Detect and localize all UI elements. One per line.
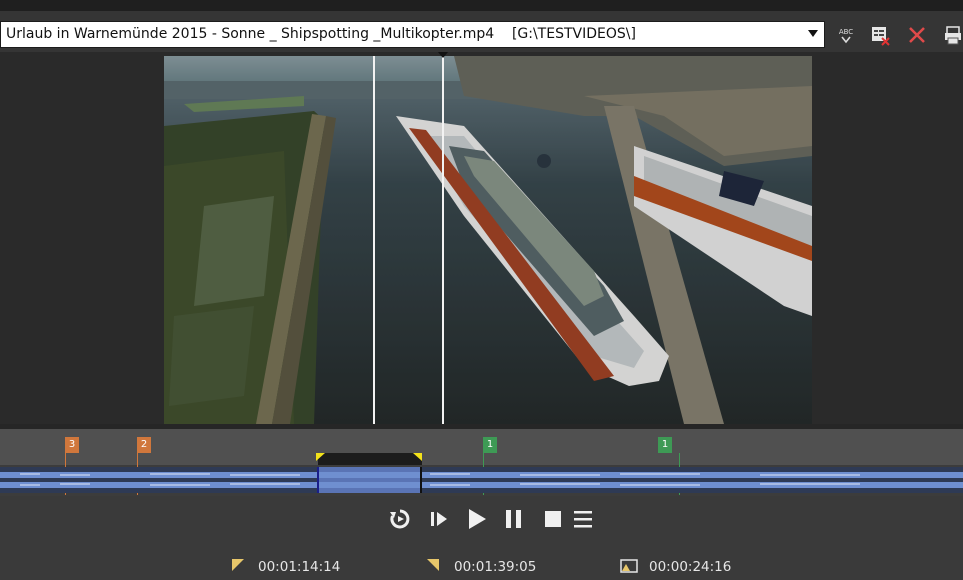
menu-icon[interactable]: [571, 508, 595, 530]
play-selection-icon[interactable]: [428, 508, 450, 530]
pause-icon[interactable]: [503, 508, 525, 530]
stop-icon[interactable]: [542, 508, 564, 530]
loop-icon[interactable]: [388, 508, 412, 530]
marker-2[interactable]: 2: [137, 437, 151, 453]
play-icon[interactable]: [465, 508, 489, 530]
close-icon[interactable]: [904, 21, 930, 49]
marker-1[interactable]: 1: [483, 437, 497, 453]
selection-start-line[interactable]: [373, 56, 375, 424]
file-select[interactable]: Urlaub in Warnemünde 2015 - Sonne _ Ship…: [0, 21, 825, 48]
marker-ruler[interactable]: 3 2 1 1: [0, 429, 963, 465]
out-point-icon: [427, 558, 441, 577]
in-point-timecode[interactable]: 00:01:14:14: [258, 559, 340, 575]
video-frame: [164, 56, 812, 424]
selection-in-handle[interactable]: [316, 453, 325, 461]
playhead-marker[interactable]: [438, 52, 448, 58]
timeline[interactable]: 3 2 1 1: [0, 424, 963, 496]
video-preview[interactable]: [0, 52, 963, 424]
marker-3[interactable]: 3: [65, 437, 79, 453]
transport-bar: 00:01:14:14 00:01:39:05 00:00:24:16: [0, 496, 963, 580]
out-point-timecode[interactable]: 00:01:39:05: [454, 559, 536, 575]
duration-timecode[interactable]: 00:00:24:16: [649, 559, 731, 575]
print-icon[interactable]: [940, 21, 963, 49]
properties-icon[interactable]: [867, 21, 893, 49]
in-point-icon: [232, 558, 246, 577]
abc-label: ABC: [839, 28, 853, 36]
duration-icon: [620, 558, 638, 577]
audio-waveform[interactable]: [0, 467, 963, 493]
abc-spellcheck-icon[interactable]: ABC: [833, 21, 859, 49]
selection-range-bar[interactable]: [318, 453, 422, 465]
selection-out-handle[interactable]: [413, 453, 422, 461]
playhead-line[interactable]: [442, 56, 444, 424]
toolbar: Urlaub in Warnemünde 2015 - Sonne _ Ship…: [0, 0, 963, 52]
file-select-label: Urlaub in Warnemünde 2015 - Sonne _ Ship…: [6, 26, 636, 42]
toolbar-top-strip: [0, 0, 963, 11]
marker-1-second[interactable]: 1: [658, 437, 672, 453]
chevron-down-icon[interactable]: [808, 30, 818, 37]
